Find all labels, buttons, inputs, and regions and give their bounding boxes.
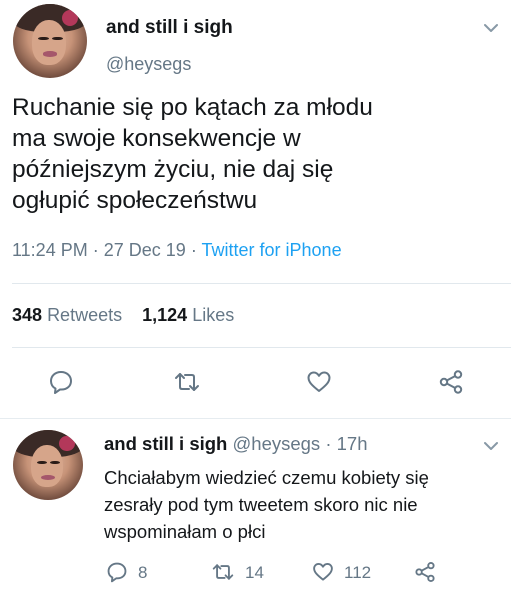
reply-age[interactable]: 17h [337,433,368,454]
reply-author-handle[interactable]: @heysegs [233,433,321,454]
speech-bubble-icon[interactable] [48,369,74,395]
likes-label: Likes [192,305,235,325]
speech-bubble-icon[interactable] [106,561,128,583]
chevron-down-icon[interactable] [484,441,498,451]
avatar-lips [42,51,58,57]
share-nodes-icon[interactable] [414,561,436,583]
meta-separator: · [190,240,197,260]
tweet-text-line: ogłupić społeczeństwu [12,187,258,214]
reply-text-line: Chciałabym wiedzieć czemu kobiety się [104,467,429,488]
like-count: 112 [344,563,372,582]
reply-author-name[interactable]: and still i sigh [104,433,227,454]
tweet-time[interactable]: 11:24 PM [12,240,88,260]
likes-count: 1,124 [142,305,188,325]
tweet-text-line: późniejszym życiu, nie daj się [12,156,334,183]
retweet-arrows-icon[interactable] [174,369,200,395]
reply-separator: · [325,433,332,454]
retweets-count: 348 [12,305,43,325]
section-divider [0,418,511,419]
avatar-eye [38,36,49,41]
tweet-text: Ruchanie się po kątach za młodu ma swoje… [12,92,492,216]
heart-icon[interactable] [306,369,332,395]
avatar-lips [41,474,55,480]
author-name[interactable]: and still i sigh [106,17,233,39]
reply-text: Chciałabym wiedzieć czemu kobiety się ze… [104,464,504,545]
tweet-date[interactable]: 27 Dec 19 [104,240,186,260]
avatar[interactable] [13,430,83,500]
avatar-headband [59,435,75,451]
divider [12,347,511,348]
reply-text-line: zesrały pod tym tweetem skoro nic nie [104,494,418,515]
reply-header: and still i sigh @heysegs · 17h [104,433,368,455]
avatar-face [31,445,64,488]
retweet-count: 14 [245,563,264,582]
avatar-face [32,20,67,65]
retweet-arrows-icon[interactable] [212,561,234,583]
avatar[interactable] [13,4,87,78]
reply-count: 8 [138,563,148,582]
chevron-down-icon[interactable] [484,23,498,33]
tweet-source[interactable]: Twitter for iPhone [202,240,342,260]
heart-icon[interactable] [312,561,334,583]
tweet-text-line: Ruchanie się po kątach za młodu [12,94,373,121]
tweet-stats: 348 Retweets 1,124 Likes [12,305,234,326]
share-nodes-icon[interactable] [438,369,464,395]
reply-text-line: wspominałam o płci [104,521,266,542]
tweet-meta: 11:24 PM · 27 Dec 19 · Twitter for iPhon… [12,240,342,261]
tweet-text-line: ma swoje konsekwencje w [12,125,301,152]
likes-stat[interactable]: 1,124 Likes [142,305,234,325]
retweets-label: Retweets [47,305,123,325]
author-handle[interactable]: @heysegs [106,54,191,75]
meta-separator: · [92,240,99,260]
retweets-stat[interactable]: 348 Retweets [12,305,122,325]
divider [12,283,511,284]
avatar-eye [52,36,63,41]
